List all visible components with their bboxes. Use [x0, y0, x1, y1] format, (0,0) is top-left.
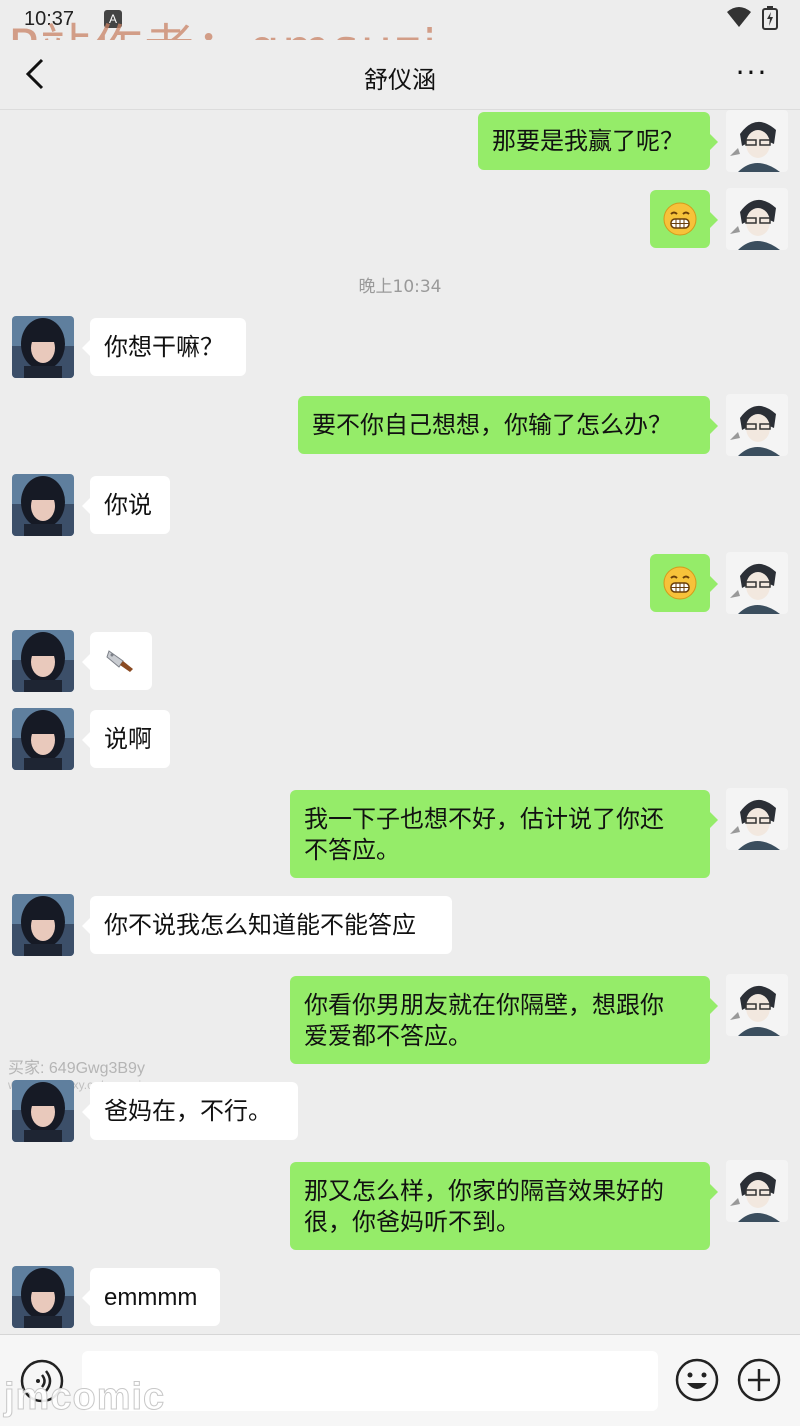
message-bubble-sent[interactable]	[650, 190, 718, 248]
message-text: 爸妈在，不行。	[104, 1097, 272, 1125]
back-arrow-icon[interactable]	[18, 56, 54, 92]
message-bubble-received[interactable]: 说啊	[82, 710, 170, 768]
grinning-face-emoji-icon	[663, 566, 697, 600]
message-bubble-sent[interactable]	[650, 554, 718, 612]
message-text-line: 爱爱都不答应。	[304, 1022, 472, 1050]
my-avatar[interactable]	[726, 110, 788, 172]
message-bubble-received[interactable]: emmmm	[82, 1268, 220, 1326]
contact-avatar[interactable]	[12, 1080, 74, 1142]
more-functions-plus-icon[interactable]	[736, 1357, 782, 1403]
message-text-line: 那又怎么样，你家的隔音效果好的	[304, 1177, 664, 1205]
my-avatar[interactable]	[726, 788, 788, 850]
contact-avatar[interactable]	[12, 708, 74, 770]
message-text: 说啊	[104, 725, 152, 753]
message-text: 那要是我赢了呢？	[492, 127, 684, 155]
message-bubble-sent[interactable]: 要不你自己想想，你输了怎么办？	[298, 396, 718, 454]
contact-avatar[interactable]	[12, 316, 74, 378]
message-bubble-sent[interactable]: 那要是我赢了呢？	[478, 112, 718, 170]
my-avatar[interactable]	[726, 552, 788, 614]
message-bubble-received[interactable]	[82, 632, 152, 690]
emoji-picker-icon[interactable]	[674, 1357, 720, 1403]
message-bubble-sent[interactable]: 你看你男朋友就在你隔壁，想跟你 爱爱都不答应。	[290, 976, 718, 1064]
message-bubble-sent[interactable]: 那又怎么样，你家的隔音效果好的 很，你爸妈听不到。	[290, 1162, 718, 1250]
site-logo-watermark: jmcomic	[3, 1376, 166, 1419]
message-bubble-received[interactable]: 爸妈在，不行。	[82, 1082, 298, 1140]
message-text: emmmm	[104, 1284, 198, 1311]
message-text-line: 我一下子也想不好，估计说了你还	[304, 805, 664, 833]
contact-avatar[interactable]	[12, 1266, 74, 1328]
my-avatar[interactable]	[726, 1160, 788, 1222]
message-text: 要不你自己想想，你输了怎么办？	[312, 411, 672, 439]
contact-avatar[interactable]	[12, 894, 74, 956]
chat-title: 舒仪涵	[364, 66, 436, 94]
contact-avatar[interactable]	[12, 630, 74, 692]
chat-header: 舒仪涵 ···	[0, 40, 800, 110]
buyer-watermark: 买家: 649Gwg3B9y	[8, 1060, 145, 1077]
app-notification-icon: A	[104, 10, 122, 28]
message-text: 你说	[104, 491, 152, 519]
message-bubble-received[interactable]: 你不说我怎么知道能不能答应	[82, 896, 452, 954]
message-bubble-sent[interactable]: 我一下子也想不好，估计说了你还 不答应。	[290, 790, 718, 878]
message-text-line: 很，你爸妈听不到。	[304, 1208, 520, 1236]
message-bubble-received[interactable]: 你说	[82, 476, 170, 534]
message-text-line: 你看你男朋友就在你隔壁，想跟你	[304, 991, 664, 1019]
kitchen-knife-emoji-icon	[106, 650, 133, 672]
wifi-icon	[727, 7, 751, 27]
message-text: 你不说我怎么知道能不能答应	[104, 911, 416, 939]
battery-icon	[762, 6, 778, 30]
message-input[interactable]	[82, 1351, 658, 1411]
contact-avatar[interactable]	[12, 474, 74, 536]
message-text: 你想干嘛？	[104, 333, 224, 361]
message-bubble-received[interactable]: 你想干嘛？	[82, 318, 246, 376]
message-text-line: 不答应。	[304, 836, 400, 864]
more-options-button[interactable]: ···	[730, 58, 774, 92]
my-avatar[interactable]	[726, 188, 788, 250]
my-avatar[interactable]	[726, 394, 788, 456]
grinning-face-emoji-icon	[663, 202, 697, 236]
my-avatar[interactable]	[726, 974, 788, 1036]
message-timestamp: 晚上10:34	[358, 277, 442, 297]
status-time: 10:37	[24, 8, 75, 30]
status-bar: 10:37 A	[0, 0, 800, 40]
